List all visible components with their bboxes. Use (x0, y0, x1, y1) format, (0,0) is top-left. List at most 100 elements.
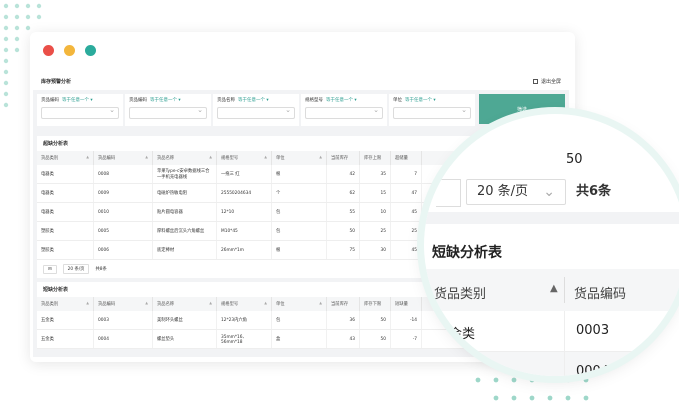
page-size-select[interactable]: 20 条/页 (62, 264, 90, 274)
cell-stock: 62 (326, 183, 360, 203)
filter-label: 单位 (393, 98, 402, 103)
magnified-gap (424, 212, 679, 224)
filter-item-code: 货品编码 等于任意一个 (37, 94, 123, 126)
magnified-pager: 20 条/页 ⌄ 共6条 (424, 166, 679, 212)
magnified-page-size-select[interactable]: 20 条/页 ⌄ (466, 179, 566, 205)
page-size-label: 20 条/页 (477, 184, 529, 199)
column-header-code[interactable]: 货品编码 (574, 283, 626, 302)
cell-code: 0008 (93, 165, 153, 184)
cell-name: 贴片圆电容器 (152, 202, 217, 222)
cell-excess: 45 (390, 202, 422, 222)
cell-shortage: -7 (390, 329, 422, 349)
exit-fullscreen-button[interactable]: 退出全屏 (532, 78, 561, 85)
column-header[interactable]: 当前库存 (326, 297, 360, 311)
cell-shortage: -14 (390, 311, 422, 330)
cell-code: 0009 (93, 183, 153, 203)
cell-category: 电器类 (37, 202, 94, 222)
filter-item-spec: 规格型号 等于任意一个 (301, 94, 387, 126)
filter-operator-dropdown[interactable]: 等于任意一个 (326, 97, 357, 103)
filter-select[interactable] (217, 106, 295, 119)
fullscreen-icon (532, 78, 538, 84)
cell-stock: 36 (326, 311, 360, 330)
column-header-category[interactable]: 货品类别 (434, 283, 486, 302)
cell-code: 0004 (93, 329, 153, 349)
column-header[interactable]: 库存下限 (359, 297, 391, 311)
window-titlebar (30, 32, 575, 66)
cell-unit: 根 (271, 165, 327, 184)
column-divider (564, 277, 565, 303)
cell-stock: 43 (326, 329, 360, 349)
page-toolbar: 库存预警分析 退出全屏 (33, 72, 569, 90)
total-count: 共8条 (95, 267, 107, 272)
filter-operator-dropdown[interactable]: 等于任意一个 (62, 97, 93, 103)
column-header[interactable]: 货品编码 ▲ (93, 297, 153, 311)
minimize-window-button[interactable] (64, 45, 75, 56)
filter-select[interactable] (129, 106, 207, 119)
exit-fullscreen-label: 退出全屏 (540, 78, 561, 85)
column-header[interactable]: 规格型号 ▲ (216, 297, 272, 311)
column-header[interactable]: 货品编码 ▲ (93, 151, 153, 165)
column-header[interactable]: 当前库存 (326, 151, 360, 165)
first-page-icon[interactable] (436, 179, 461, 207)
cell-category: 塑胶类 (37, 240, 94, 260)
cell-name: 电磁炉热敏电阻 (152, 183, 217, 203)
column-header[interactable]: 单位 ▲ (271, 151, 327, 165)
table-row[interactable]: 0004 (424, 352, 679, 376)
cell-code: 0003 (576, 323, 610, 338)
first-page-icon[interactable]: ⊟ (43, 264, 57, 274)
column-header[interactable]: 货品名称 ▲ (152, 297, 217, 311)
filter-operator-dropdown[interactable]: 等于任意一个 (238, 97, 269, 103)
column-header[interactable]: 规格型号 ▲ (216, 151, 272, 165)
cell-excess: 47 (390, 183, 422, 203)
column-header[interactable]: 货品类别 ▲ (37, 297, 94, 311)
filter-select[interactable] (305, 106, 383, 119)
cell-spec: 35mm*16、56mm*18 (216, 329, 272, 349)
cell-spec: 25550204634 (216, 183, 272, 203)
cell-category: 电器类 (37, 165, 94, 184)
cell-stock: 75 (326, 240, 360, 260)
cell-spec: 12*10 (216, 202, 272, 222)
filter-item-name: 货品名称 等于任意一个 (213, 94, 299, 126)
column-header[interactable]: 超储量 (390, 151, 422, 165)
table-row[interactable]: 五金类 0003 (424, 311, 679, 352)
filter-label: 规格型号 (305, 98, 323, 103)
sort-up-icon[interactable]: ▲ (550, 283, 558, 294)
column-header[interactable]: 货品名称 ▲ (152, 151, 217, 165)
cell-stock: 42 (326, 165, 360, 184)
cell-excess: 45 (390, 240, 422, 260)
cell-limit: 50 (359, 329, 391, 349)
filter-select[interactable] (41, 106, 119, 119)
cell-excess: 25 (390, 221, 422, 241)
cell-name: 螺丝垫头 (152, 329, 217, 349)
filter-label: 货品编码 (129, 98, 147, 103)
cell-limit: 10 (359, 202, 391, 222)
cell-spec: 12*23内六角 (216, 311, 272, 330)
filter-operator-dropdown[interactable]: 等于任意一个 (405, 97, 436, 103)
close-window-button[interactable] (43, 45, 54, 56)
column-header[interactable]: 单位 ▲ (271, 297, 327, 311)
cell-name: 美制环头螺丝 (152, 311, 217, 330)
cell-limit: 30 (359, 240, 391, 260)
magnified-table-header: 货品类别 ▲ 货品编码 (424, 269, 679, 311)
chevron-down-icon: ⌄ (543, 184, 555, 200)
cell-category: 五金类 (37, 311, 94, 330)
cell-code: 0006 (93, 240, 153, 260)
maximize-window-button[interactable] (85, 45, 96, 56)
cell-limit: 35 (359, 165, 391, 184)
cell-unit: 根 (271, 240, 327, 260)
cell-stock: 55 (326, 202, 360, 222)
cell-code: 0005 (93, 221, 153, 241)
cell-code: 0004 (576, 364, 610, 376)
cell-category: 五金类 (436, 327, 476, 342)
filter-label: 货品编码 (41, 98, 59, 103)
filter-label: 货品名称 (217, 98, 235, 103)
column-header[interactable]: 短缺量 (390, 297, 422, 311)
magnifier-callout: 50 20 条/页 ⌄ 共6条 短缺分析表 货品类别 ▲ 货品编码 五金类 00… (424, 114, 679, 376)
cell-spec: 一拖三 红 (216, 165, 272, 184)
filter-operator-dropdown[interactable]: 等于任意一个 (150, 97, 181, 103)
column-header[interactable]: 库存上限 (359, 151, 391, 165)
cell-unit: 个 (271, 183, 327, 203)
cell-name: 底定棒材 (152, 240, 217, 260)
cell-limit: 50 (359, 311, 391, 330)
column-header[interactable]: 货品类别 ▲ (37, 151, 94, 165)
